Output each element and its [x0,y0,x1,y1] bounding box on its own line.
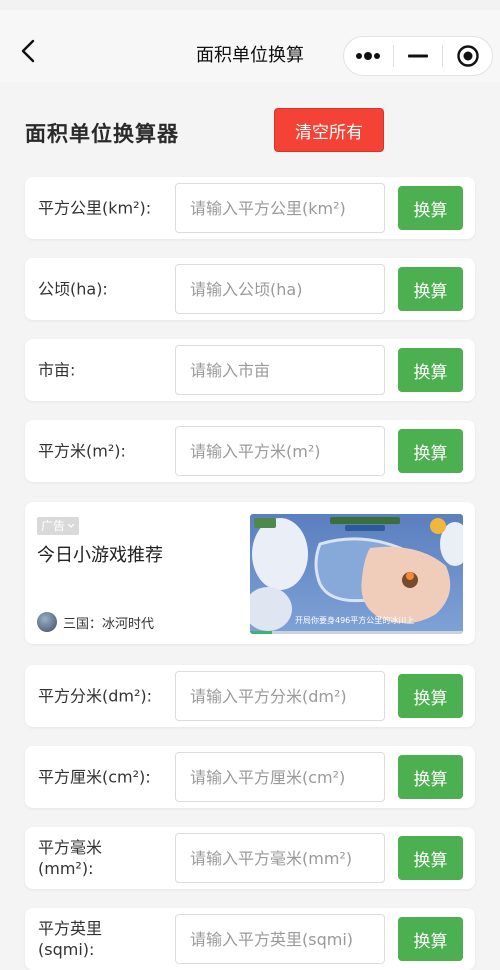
mu-input[interactable] [175,345,385,395]
sqmi-input[interactable] [175,914,385,964]
unit-row-mu: 市亩: 换算 [25,339,475,401]
convert-button[interactable]: 换算 [398,348,463,392]
unit-row-mm2: 平方毫米(mm²): 换算 [25,827,475,889]
target-icon [456,45,479,67]
unit-row-km2: 平方公里(km²): 换算 [25,177,475,239]
nav-bar: 面积单位换算 [0,10,500,82]
convert-button[interactable]: 换算 [398,674,463,718]
minus-icon [408,54,428,58]
unit-row-sqmi: 平方英里(sqmi): 换算 [25,908,475,970]
unit-label: 平方米(m²): [38,441,126,461]
page-title: 面积单位换算器 [25,122,179,146]
mini-program-capsule [343,36,493,76]
unit-label: 市亩: [38,360,76,380]
unit-label: 平方分米(dm²): [38,686,153,706]
unit-label: 平方毫米(mm²): [38,838,103,878]
convert-button[interactable]: 换算 [398,917,463,961]
ad-caption: 开局你要身496平方公里的冰川上 [295,616,415,625]
unit-row-dm2: 平方分米(dm²): 换算 [25,665,475,727]
convert-button[interactable]: 换算 [398,836,463,880]
cm2-input[interactable] [175,752,385,802]
more-dots-icon [356,52,381,60]
ad-thumbnail[interactable]: 开局你要身496平方公里的冰川上 [250,514,463,634]
minimize-button[interactable] [394,37,443,75]
ad-source: 三国：冰河时代 [37,612,154,632]
convert-button[interactable]: 换算 [398,186,463,230]
unit-row-ha: 公顷(ha): 换算 [25,258,475,320]
ad-badge-label: 广告 [41,519,66,533]
km2-input[interactable] [175,183,385,233]
status-bar [0,0,500,10]
unit-label: 平方厘米(cm²): [38,767,151,787]
ha-input[interactable] [175,264,385,314]
unit-label: 平方英里(sqmi): [38,919,103,959]
unit-row-m2: 平方米(m²): 换算 [25,420,475,482]
mm2-input[interactable] [175,833,385,883]
ad-badge[interactable]: 广告 [37,517,80,535]
chevron-down-icon [67,523,75,528]
page-header: 面积单位换算器 清空所有 [25,108,475,154]
convert-button[interactable]: 换算 [398,429,463,473]
dm2-input[interactable] [175,671,385,721]
convert-button[interactable]: 换算 [398,755,463,799]
more-button[interactable] [344,37,393,75]
unit-label: 公顷(ha): [38,279,108,299]
avatar [37,612,57,632]
ad-title: 今日小游戏推荐 [37,545,163,566]
convert-button[interactable]: 换算 [398,267,463,311]
unit-row-cm2: 平方厘米(cm²): 换算 [25,746,475,808]
clear-all-button[interactable]: 清空所有 [274,108,384,152]
unit-label: 平方公里(km²): [38,198,152,218]
ad-card[interactable]: 广告 今日小游戏推荐 三国：冰河时代 开局你要身496平方公里的冰川上 [25,502,475,644]
close-button[interactable] [443,37,492,75]
m2-input[interactable] [175,426,385,476]
ad-source-name: 三国：冰河时代 [63,616,155,632]
